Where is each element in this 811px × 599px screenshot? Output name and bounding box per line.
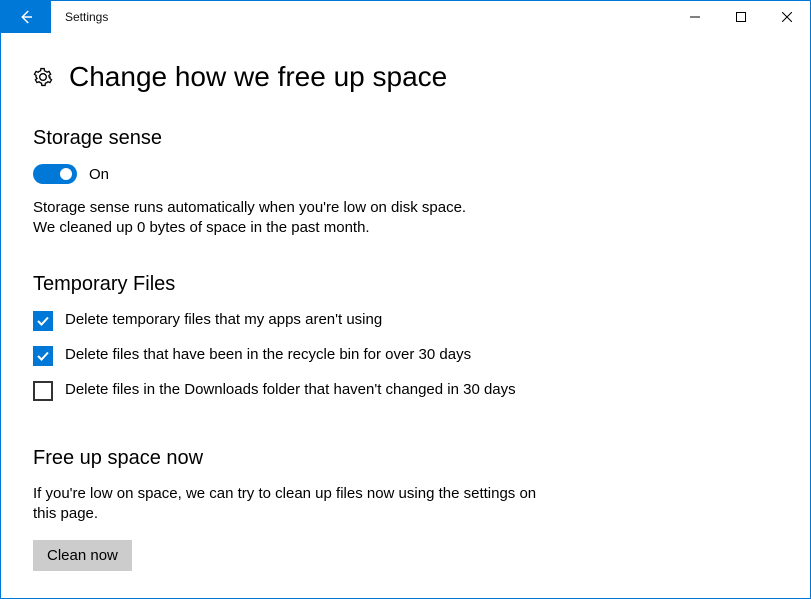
toggle-knob [60, 168, 72, 180]
temp-files-item-1: Delete files that have been in the recyc… [33, 345, 553, 366]
close-icon [782, 12, 792, 22]
checkbox-label: Delete files that have been in the recyc… [65, 345, 471, 365]
content-area: Change how we free up space Storage sens… [1, 33, 810, 591]
checkbox-label: Delete files in the Downloads folder tha… [65, 380, 516, 400]
checkbox-label: Delete temporary files that my apps aren… [65, 310, 382, 330]
free-up-description: If you're low on space, we can try to cl… [33, 484, 553, 525]
maximize-icon [736, 12, 746, 22]
gear-icon [33, 67, 53, 87]
storage-sense-desc-line2: We cleaned up 0 bytes of space in the pa… [33, 219, 370, 236]
temp-files-heading: Temporary Files [33, 273, 778, 296]
page-title: Change how we free up space [69, 61, 447, 93]
checkbox-delete-temp-apps[interactable] [33, 311, 53, 331]
storage-sense-toggle-row: On [33, 164, 778, 184]
check-icon [36, 349, 50, 363]
storage-sense-toggle[interactable] [33, 164, 77, 184]
storage-sense-description: Storage sense runs automatically when yo… [33, 198, 553, 239]
free-up-heading: Free up space now [33, 447, 778, 470]
close-button[interactable] [764, 1, 810, 33]
minimize-button[interactable] [672, 1, 718, 33]
window-controls [672, 1, 810, 33]
storage-sense-desc-line1: Storage sense runs automatically when yo… [33, 199, 466, 216]
arrow-left-icon [17, 8, 35, 26]
page-header: Change how we free up space [33, 61, 778, 93]
titlebar-drag-area[interactable] [108, 1, 672, 33]
back-button[interactable] [1, 1, 51, 33]
titlebar: Settings [1, 1, 810, 33]
checkbox-delete-recycle-bin[interactable] [33, 346, 53, 366]
storage-sense-heading: Storage sense [33, 127, 778, 150]
storage-sense-toggle-label: On [89, 166, 109, 183]
check-icon [36, 314, 50, 328]
window-title: Settings [51, 1, 108, 33]
minimize-icon [690, 12, 700, 22]
clean-now-button[interactable]: Clean now [33, 540, 132, 571]
temp-files-item-0: Delete temporary files that my apps aren… [33, 310, 553, 331]
checkbox-delete-downloads[interactable] [33, 381, 53, 401]
maximize-button[interactable] [718, 1, 764, 33]
temp-files-item-2: Delete files in the Downloads folder tha… [33, 380, 553, 401]
settings-window: Settings [0, 0, 811, 599]
